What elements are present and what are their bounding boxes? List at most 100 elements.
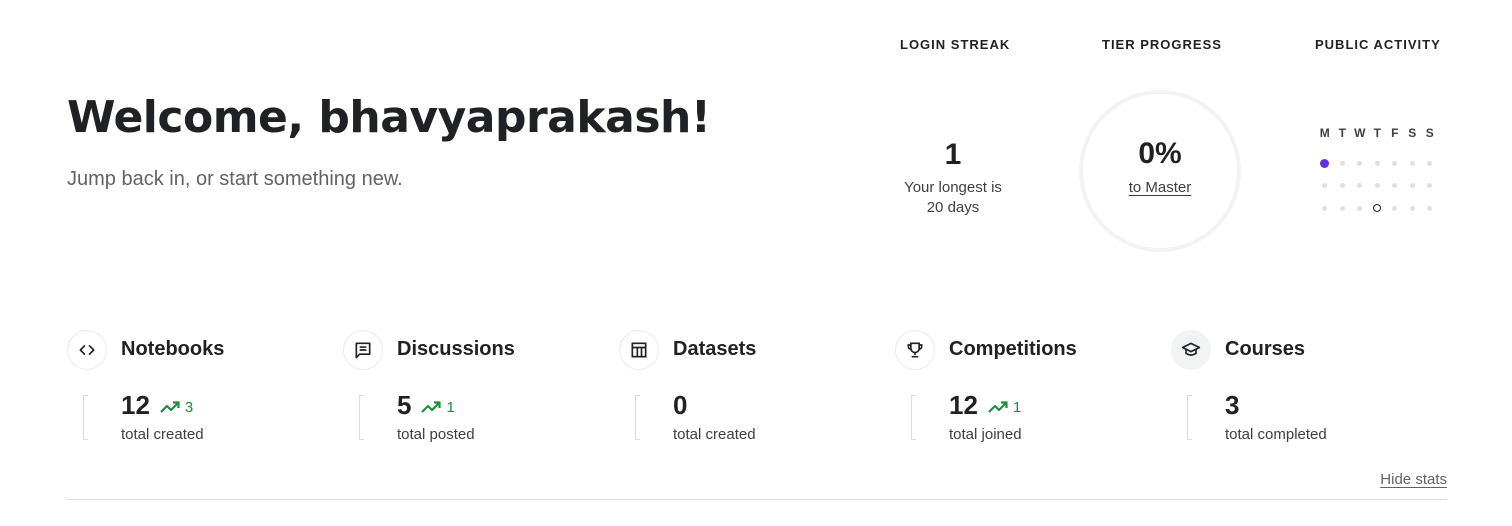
activity-day-cell[interactable]	[1421, 160, 1439, 166]
activity-dot	[1409, 160, 1415, 166]
stat-value-row: 3	[1225, 390, 1239, 421]
stat-bracket	[1187, 395, 1192, 440]
tier-progress-ring	[1079, 90, 1241, 252]
activity-dot	[1339, 183, 1345, 189]
stat-value: 12	[949, 390, 978, 420]
activity-day-cell[interactable]	[1316, 205, 1334, 211]
activity-dot	[1322, 183, 1328, 189]
divider	[67, 499, 1447, 500]
activity-day-cell[interactable]	[1369, 160, 1387, 166]
stat-bracket	[83, 395, 88, 440]
stat-label: total created	[673, 426, 756, 443]
activity-dot	[1427, 160, 1433, 166]
activity-dot	[1357, 183, 1363, 189]
page-title: Welcome, bhavyaprakash!	[67, 92, 711, 143]
activity-dot	[1374, 183, 1380, 189]
tier-progress-link-wrap: to Master	[1079, 179, 1241, 196]
activity-day-cell[interactable]	[1386, 160, 1404, 166]
activity-dot	[1339, 160, 1345, 166]
stat-card-notebooks: Notebooks 12 3 total created	[67, 330, 327, 450]
login-streak-heading: LOGIN STREAK	[900, 37, 1011, 52]
code-icon	[67, 330, 107, 370]
activity-dot	[1339, 205, 1345, 211]
activity-day-cell[interactable]	[1334, 183, 1352, 189]
activity-day-cell[interactable]	[1421, 205, 1439, 211]
activity-day-cell[interactable]	[1369, 204, 1387, 213]
activity-calendar	[1316, 152, 1439, 220]
stat-value-row: 0	[673, 390, 687, 421]
activity-day-letter: S	[1408, 126, 1417, 140]
stat-value: 5	[397, 390, 412, 420]
stat-bracket	[635, 395, 640, 440]
activity-dot-today	[1373, 204, 1382, 213]
tier-progress-link[interactable]: to Master	[1129, 179, 1192, 196]
tier-progress-percent: 0%	[1138, 137, 1182, 170]
stat-value-row: 12 1	[949, 390, 1021, 421]
activity-day-cell[interactable]	[1421, 183, 1439, 189]
activity-day-cell[interactable]	[1334, 205, 1352, 211]
stat-trend-value: 3	[184, 398, 194, 416]
table-icon	[619, 330, 659, 370]
public-activity-heading: PUBLIC ACTIVITY	[1315, 37, 1441, 52]
stat-value-row: 12 3	[121, 390, 193, 421]
activity-dot	[1357, 205, 1363, 211]
school-icon	[1171, 330, 1211, 370]
activity-day-cell[interactable]	[1351, 183, 1369, 189]
trending-up-icon	[421, 400, 442, 414]
activity-dot-active	[1320, 158, 1330, 168]
activity-day-cell[interactable]	[1316, 183, 1334, 189]
stat-trend: 1	[421, 399, 455, 416]
comment-icon	[343, 330, 383, 370]
activity-day-cell[interactable]	[1334, 160, 1352, 166]
activity-week-row	[1316, 152, 1439, 175]
stat-label: total completed	[1225, 426, 1327, 443]
stat-card-discussions: Discussions 5 1 total posted	[343, 330, 603, 450]
activity-day-cell[interactable]	[1369, 183, 1387, 189]
login-streak-longest-line2: 20 days	[926, 199, 980, 216]
activity-day-letter: S	[1425, 126, 1434, 140]
tier-progress-heading: TIER PROGRESS	[1102, 37, 1222, 52]
login-streak-longest: Your longest is 20 days	[878, 178, 1028, 218]
stat-value-row: 51	[397, 390, 455, 421]
stat-title[interactable]: Discussions	[397, 338, 515, 361]
activity-dot	[1427, 183, 1433, 189]
stat-label: total created	[121, 426, 204, 443]
stat-trend: 1	[988, 399, 1021, 416]
activity-dot	[1409, 205, 1415, 211]
activity-day-letters: MTWTFSS	[1316, 126, 1439, 140]
activity-day-letter: T	[1338, 126, 1346, 140]
activity-dot	[1392, 183, 1398, 189]
stat-card-courses: Courses 3 total completed	[1171, 330, 1431, 450]
login-streak-value: 1	[944, 138, 962, 171]
activity-dot	[1409, 183, 1415, 189]
stat-value: 3	[1225, 390, 1240, 420]
activity-week-row	[1316, 175, 1439, 198]
activity-dot	[1322, 205, 1328, 211]
stat-title[interactable]: Courses	[1225, 338, 1305, 361]
stat-value: 12	[121, 390, 150, 420]
activity-day-cell[interactable]	[1386, 183, 1404, 189]
trophy-icon	[895, 330, 935, 370]
activity-day-cell[interactable]	[1316, 158, 1334, 168]
activity-day-cell[interactable]	[1351, 160, 1369, 166]
stat-title[interactable]: Competitions	[949, 338, 1077, 361]
activity-week-row	[1316, 197, 1439, 220]
activity-day-cell[interactable]	[1404, 160, 1422, 166]
stat-title[interactable]: Datasets	[673, 338, 756, 361]
stat-label: total posted	[397, 426, 475, 443]
activity-dot	[1392, 160, 1398, 166]
activity-day-letter: W	[1354, 126, 1366, 140]
activity-day-cell[interactable]	[1386, 205, 1404, 211]
activity-day-cell[interactable]	[1404, 205, 1422, 211]
activity-dot	[1427, 205, 1433, 211]
activity-dot	[1392, 205, 1398, 211]
stat-label: total joined	[949, 426, 1022, 443]
stat-title[interactable]: Notebooks	[121, 338, 224, 361]
activity-day-letter: T	[1373, 126, 1381, 140]
activity-day-cell[interactable]	[1351, 205, 1369, 211]
stat-card-datasets: Datasets 0 total created	[619, 330, 879, 450]
hide-stats-link[interactable]: Hide stats	[1380, 471, 1447, 488]
stat-bracket	[911, 395, 916, 440]
stat-trend: 3	[160, 399, 193, 416]
activity-day-cell[interactable]	[1404, 183, 1422, 189]
